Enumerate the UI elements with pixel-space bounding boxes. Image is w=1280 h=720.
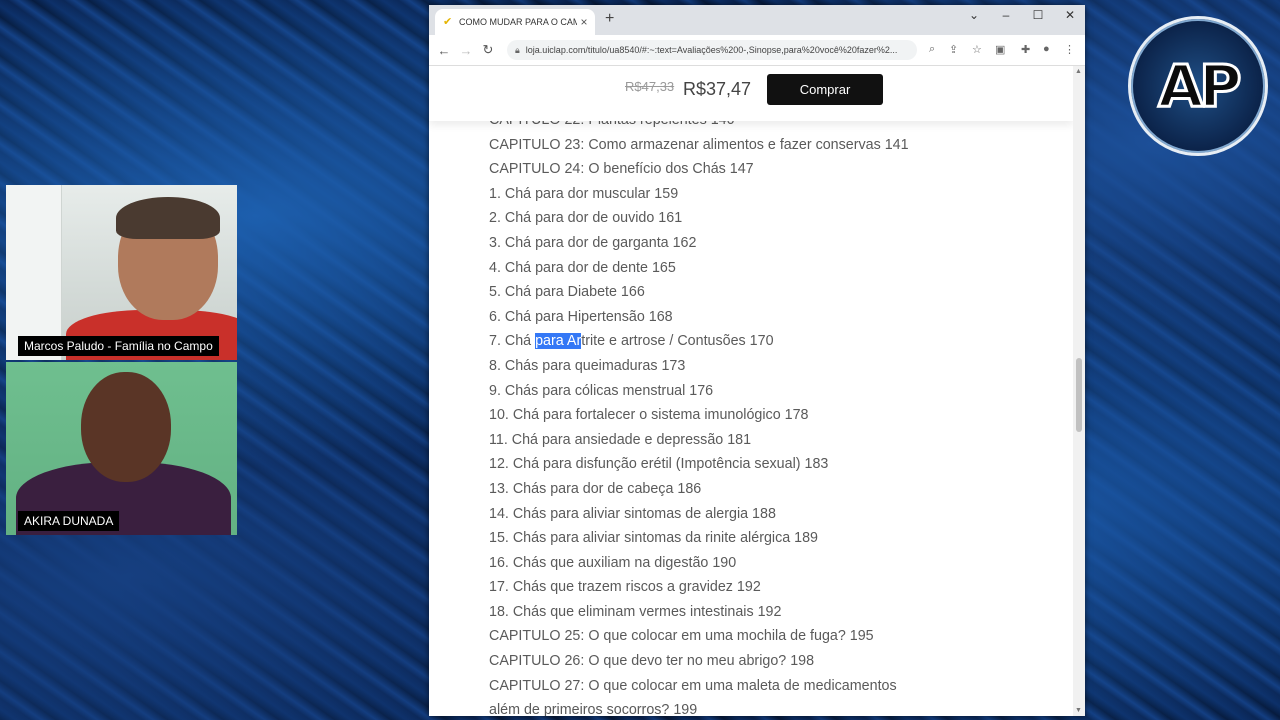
toc-text: trite e artrose / Contusões 170 [581,333,774,350]
toc-line-selected: 7. Chá para Artrite e artrose / Contusõe… [489,329,1009,354]
webcam-name-label: Marcos Paludo - Família no Campo [18,336,219,356]
toc-line: 10. Chá para fortalecer o sistema imunol… [489,407,809,424]
zoom-icon[interactable]: ⌕ [929,43,935,56]
channel-logo: AP [1128,16,1268,156]
tab-title: COMO MUDAR PARA O CAMPO [459,17,577,27]
toc-line: CAPITULO 23: Como armazenar alimentos e … [489,136,909,153]
logo-text: AP [1157,51,1243,122]
browser-tab[interactable]: ✔ COMO MUDAR PARA O CAMPO × [435,9,595,35]
purchase-bar: R$47,33 R$37,47 Comprar [429,66,1073,121]
toc-line: 15. Chás para aliviar sintomas da rinite… [489,530,819,547]
scrollbar[interactable]: ▲ ▼ [1073,66,1085,716]
share-icon[interactable]: ⇪ [949,43,958,56]
puzzle-icon[interactable]: ✚ [1021,43,1030,56]
web-page: R$47,33 R$37,47 Comprar CAPITULO 22: Pla… [429,66,1073,716]
toc-line: 3. Chá para dor de garganta 162 [489,234,697,251]
scroll-up-icon[interactable]: ▲ [1075,68,1082,75]
profile-avatar-icon[interactable]: ● [1043,43,1050,55]
url-text: loja.uiclap.com/titulo/ua8540/#:~:text=A… [525,45,898,55]
checkmark-icon: ✔ [443,16,453,28]
toc-line: 2. Chá para dor de ouvido 161 [489,210,683,227]
toc-line: 5. Chá para Diabete 166 [489,284,645,301]
forward-icon[interactable]: → [455,43,477,58]
table-of-contents: CAPITULO 22: Plantas repelentes 140 CAPI… [489,108,1009,716]
menu-icon[interactable]: ⋮ [1064,43,1075,56]
toc-line: 14. Chás para aliviar sintomas de alergi… [489,505,776,522]
browser-window: ✔ COMO MUDAR PARA O CAMPO × + ⌄ – ☐ ✕ ← … [429,5,1085,716]
buy-button[interactable]: Comprar [767,74,883,105]
window-close-icon[interactable]: ✕ [1055,8,1085,22]
text-selection: para Ar [535,333,582,350]
chevron-down-icon[interactable]: ⌄ [959,8,989,22]
toc-line: CAPITULO 24: O benefício dos Chás 147 [489,161,754,178]
scroll-thumb[interactable] [1076,358,1082,432]
browser-toolbar: ← → ↻ 🔒︎ loja.uiclap.com/titulo/ua8540/#… [429,35,1085,66]
webcam-tile-guest: AKIRA DUNADA [6,362,237,535]
extension-icon[interactable]: ▣ [995,43,1005,56]
toc-line: 17. Chás que trazem riscos a gravidez 19… [489,579,761,596]
close-icon[interactable]: × [577,15,591,29]
address-bar[interactable]: 🔒︎ loja.uiclap.com/titulo/ua8540/#:~:tex… [507,40,917,60]
reload-icon[interactable]: ↻ [477,42,499,58]
webcam-tile-host: Marcos Paludo - Família no Campo [6,185,237,360]
toc-line: CAPITULO 25: O que colocar em uma mochil… [489,628,874,645]
participant-face [81,372,171,482]
toc-line: 12. Chá para disfunção erétil (Impotênci… [489,456,829,473]
star-icon[interactable]: ☆ [972,43,982,56]
lock-icon: 🔒︎ [515,44,520,55]
toc-line: 18. Chás que eliminam vermes intestinais… [489,603,782,620]
toc-line: 11. Chá para ansiedade e depressão 181 [489,431,752,448]
toc-line: 6. Chá para Hipertensão 168 [489,308,673,325]
current-price: R$37,47 [683,79,752,99]
background-shelf [6,185,62,360]
toc-text: 7. Chá [489,333,536,350]
toc-line: 16. Chás que auxiliam na digestão 190 [489,554,737,571]
toc-line: 9. Chás para cólicas menstrual 176 [489,382,714,399]
webcam-name-label: AKIRA DUNADA [18,511,120,531]
tab-strip: ✔ COMO MUDAR PARA O CAMPO × + ⌄ – ☐ ✕ [429,5,1085,35]
back-icon[interactable]: ← [433,43,455,58]
toc-line: 1. Chá para dor muscular 159 [489,185,679,202]
maximize-icon[interactable]: ☐ [1023,8,1053,22]
participant-hair [116,197,220,239]
toc-line: CAPITULO 27: O que colocar em uma maleta… [489,677,897,694]
toc-line: além de primeiros socorros? 199 [489,702,698,716]
toc-line: 4. Chá para dor de dente 165 [489,259,676,276]
minimize-icon[interactable]: – [991,8,1021,22]
old-price: R$47,33 [625,79,675,94]
toc-line: 8. Chás para queimaduras 173 [489,357,686,374]
toc-line: 13. Chás para dor de cabeça 186 [489,480,702,497]
scroll-down-icon[interactable]: ▼ [1075,707,1082,714]
toc-line: CAPITULO 26: O que devo ter no meu abrig… [489,653,815,670]
new-tab-button[interactable]: + [605,10,614,28]
